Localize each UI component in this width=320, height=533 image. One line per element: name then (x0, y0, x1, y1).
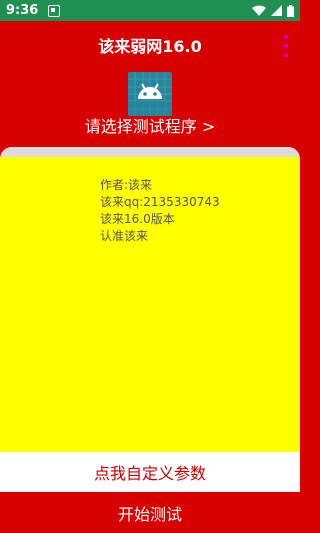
select-program-link[interactable]: 请选择测试程序 > (0, 114, 300, 140)
start-test-button[interactable]: 开始测试 (0, 492, 300, 533)
notification-icon (48, 4, 61, 17)
card-top-strip (0, 147, 300, 157)
android-icon[interactable] (128, 72, 172, 116)
info-version: 该来16.0版本 (100, 212, 175, 226)
info-author: 作者:该来 (100, 178, 153, 192)
app-title: 该来弱网16.0 (98, 37, 202, 56)
status-bar: 9:36 (0, 0, 300, 21)
app-bar: 该来弱网16.0 (0, 21, 300, 69)
wifi-icon (252, 5, 266, 16)
custom-params-button[interactable]: 点我自定义参数 (0, 452, 300, 492)
status-icons (252, 4, 294, 17)
cell-signal-icon (271, 5, 282, 16)
info-text: 作者:该来 该来qq:2135330743 该来16.0版本 认准该来 (100, 177, 220, 245)
battery-icon (287, 4, 294, 17)
info-tagline: 认准该来 (100, 229, 149, 243)
more-vert-icon[interactable] (282, 35, 290, 57)
info-panel: 作者:该来 该来qq:2135330743 该来16.0版本 认准该来 (0, 147, 300, 453)
info-qq: 该来qq:2135330743 (100, 195, 220, 209)
status-time: 9:36 (6, 3, 39, 18)
